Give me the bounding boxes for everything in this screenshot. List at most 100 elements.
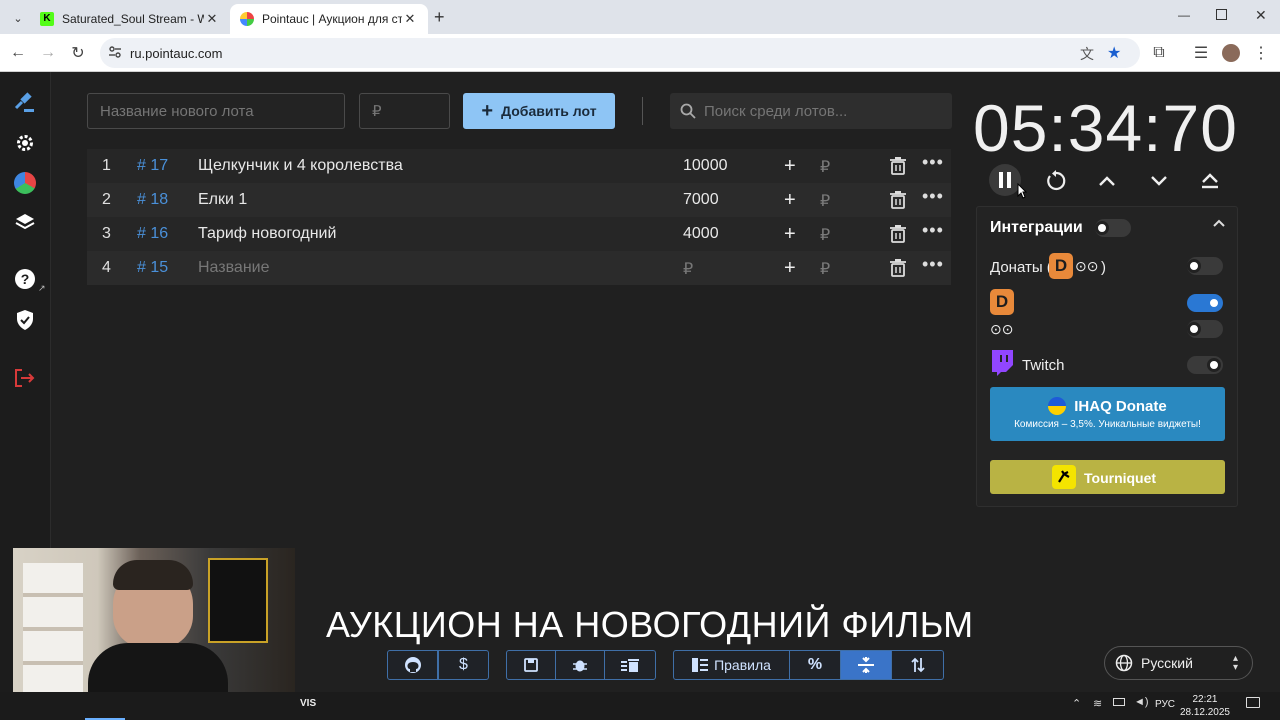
donate-button[interactable]: $ xyxy=(438,650,489,680)
lot-amount[interactable]: 7000 xyxy=(683,191,719,209)
reload-icon[interactable]: ↻ xyxy=(67,42,89,64)
integrations-toggle[interactable] xyxy=(1095,219,1131,237)
taskbar-clock[interactable]: 22:21 28.12.2025 xyxy=(1180,693,1230,719)
forward-icon[interactable]: → xyxy=(37,42,59,64)
percent-icon: % xyxy=(807,656,823,673)
currency-input[interactable]: ₽ xyxy=(820,225,830,245)
add-amount-icon[interactable]: + xyxy=(784,155,796,178)
bookmark-star-icon[interactable]: ★ xyxy=(1107,43,1121,63)
divider xyxy=(642,97,643,125)
shield-check-icon[interactable] xyxy=(13,308,37,332)
add-amount-icon[interactable]: + xyxy=(784,189,796,212)
github-icon xyxy=(404,656,422,674)
donations-toggle[interactable] xyxy=(1187,257,1223,275)
battery-icon[interactable] xyxy=(1113,698,1125,706)
lot-name[interactable]: Название xyxy=(198,259,270,277)
tourniquet-button[interactable]: Tourniquet xyxy=(990,460,1225,494)
add-lot-button[interactable]: + Добавить лот xyxy=(463,93,615,129)
rules-button[interactable]: Правила xyxy=(673,650,790,680)
settings-gear-icon[interactable] xyxy=(13,131,37,155)
lot-name[interactable]: Щелкунчик и 4 королевства xyxy=(198,157,403,175)
lot-id[interactable]: # 15 xyxy=(137,259,168,277)
double-chevron-up-icon[interactable] xyxy=(1195,166,1225,196)
more-options-icon[interactable]: ••• xyxy=(922,220,944,241)
external-link-icon: ↗ xyxy=(38,283,46,293)
tab-pointauc[interactable]: Pointauc | Аукцион для стримеров ✕ xyxy=(230,4,428,34)
percent-button[interactable]: % xyxy=(789,650,841,680)
address-bar[interactable]: ru.pointauc.com 文 ★ xyxy=(100,38,1140,68)
add-amount-icon[interactable]: + xyxy=(784,257,796,280)
donationalerts-toggle[interactable] xyxy=(1187,294,1223,312)
back-icon[interactable]: ← xyxy=(7,42,29,64)
lot-amount-input[interactable] xyxy=(359,93,450,129)
bug-report-button[interactable] xyxy=(555,650,605,680)
lot-amount[interactable]: ₽ xyxy=(683,259,693,279)
tray-chevron-up-icon[interactable]: ⌃ xyxy=(1072,697,1081,710)
gavel-icon[interactable] xyxy=(13,90,37,114)
streamer-hair-image xyxy=(113,560,193,590)
chevron-up-icon[interactable] xyxy=(1092,166,1122,196)
close-window-icon[interactable]: ✕ xyxy=(1255,7,1267,24)
twitch-toggle[interactable] xyxy=(1187,356,1223,374)
minimize-icon[interactable]: — xyxy=(1178,8,1190,22)
maximize-icon[interactable] xyxy=(1216,9,1227,20)
donationalerts-icon: D xyxy=(1049,253,1073,279)
lot-name-input[interactable] xyxy=(87,93,345,129)
donatepay-toggle[interactable] xyxy=(1187,320,1223,338)
search-icon xyxy=(680,103,696,119)
help-icon[interactable]: ? xyxy=(13,267,37,291)
lot-index: 2 xyxy=(102,191,111,208)
integrations-title: Интеграции xyxy=(990,219,1083,236)
clear-lots-button[interactable] xyxy=(604,650,656,680)
ihaq-donate-button[interactable]: IHAQ Donate Комиссия – 3,5%. Уникальные … xyxy=(990,387,1225,441)
translate-icon[interactable]: 文 xyxy=(1080,44,1094,64)
wheel-icon[interactable] xyxy=(13,171,37,195)
wifi-icon[interactable]: ≋ xyxy=(1093,697,1102,710)
chevron-down-icon[interactable] xyxy=(1144,166,1174,196)
reset-timer-icon[interactable] xyxy=(1041,166,1071,196)
trash-icon[interactable] xyxy=(890,157,906,175)
media-icon[interactable]: ☰ xyxy=(1190,42,1212,64)
input-language[interactable]: РУС xyxy=(1155,699,1175,710)
lot-name[interactable]: Елки 1 xyxy=(198,191,247,209)
currency-input[interactable]: ₽ xyxy=(820,157,830,177)
lot-name[interactable]: Тариф новогодний xyxy=(198,225,336,243)
new-tab-icon[interactable]: + xyxy=(434,7,445,28)
lot-id[interactable]: # 16 xyxy=(137,225,168,243)
trash-icon[interactable] xyxy=(890,259,906,277)
tab-twitch[interactable]: K Saturated_Soul Stream - Watch ✕ xyxy=(30,4,230,34)
sort-button[interactable] xyxy=(891,650,944,680)
extensions-icon[interactable]: ⧉ xyxy=(1148,42,1170,64)
save-button[interactable] xyxy=(506,650,556,680)
lot-amount[interactable]: 4000 xyxy=(683,225,719,243)
trash-icon[interactable] xyxy=(890,225,906,243)
logout-icon[interactable] xyxy=(13,366,37,390)
search-box[interactable] xyxy=(670,93,952,129)
browser-menu-icon[interactable]: ⋮ xyxy=(1250,42,1272,64)
search-input[interactable] xyxy=(704,93,944,129)
profile-avatar[interactable] xyxy=(1222,44,1240,62)
compact-view-button[interactable] xyxy=(840,650,892,680)
github-button[interactable] xyxy=(387,650,438,680)
layers-icon[interactable] xyxy=(13,210,37,234)
collapse-chevron-up-icon[interactable] xyxy=(1213,219,1225,227)
taskbar-app-chrome[interactable] xyxy=(85,696,125,720)
more-options-icon[interactable]: ••• xyxy=(922,186,944,207)
lot-id[interactable]: # 18 xyxy=(137,191,168,209)
tab-search-button[interactable]: ⌄ xyxy=(8,8,28,28)
site-info-icon[interactable] xyxy=(108,45,122,59)
close-tab-icon[interactable]: ✕ xyxy=(204,11,220,27)
close-tab-icon[interactable]: ✕ xyxy=(402,11,418,27)
language-select[interactable]: Русский ▴ ▾ xyxy=(1104,646,1253,680)
currency-input[interactable]: ₽ xyxy=(820,191,830,211)
lot-id[interactable]: # 17 xyxy=(137,157,168,175)
more-options-icon[interactable]: ••• xyxy=(922,254,944,275)
trash-icon[interactable] xyxy=(890,191,906,209)
currency-input[interactable]: ₽ xyxy=(820,259,830,279)
taskbar-app-icon[interactable]: VIS xyxy=(300,698,316,709)
add-amount-icon[interactable]: + xyxy=(784,223,796,246)
volume-icon[interactable]: ◄) xyxy=(1134,696,1149,708)
notifications-icon[interactable] xyxy=(1246,697,1260,708)
more-options-icon[interactable]: ••• xyxy=(922,152,944,173)
lot-amount[interactable]: 10000 xyxy=(683,157,728,175)
